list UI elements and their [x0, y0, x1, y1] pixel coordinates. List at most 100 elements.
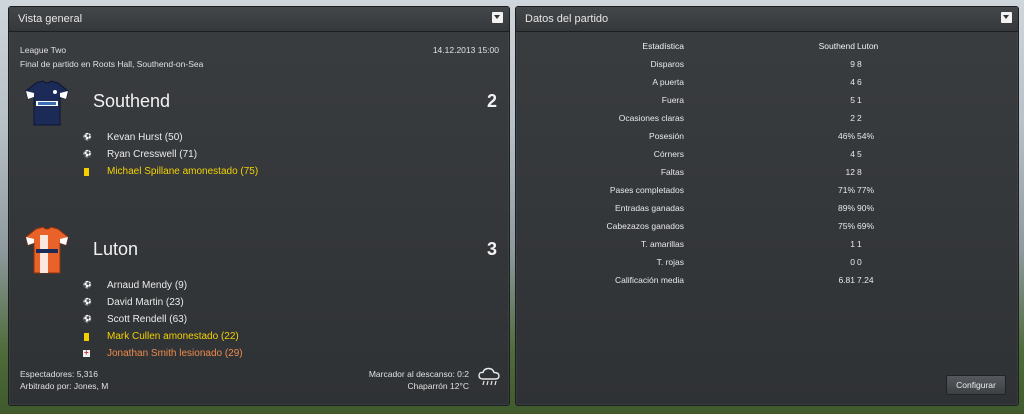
- stats-row: Fuera 5 1: [516, 92, 1018, 110]
- home-stat-value: 6.81: [838, 275, 855, 285]
- away-event-1: Arnaud Mendy (9): [83, 279, 463, 295]
- away-stat-value: 8: [857, 59, 862, 69]
- stats-row: Disparos 9 8: [516, 56, 1018, 74]
- stats-row: Posesión 46% 54%: [516, 128, 1018, 146]
- ball-icon: [83, 150, 92, 160]
- away-event-4: Mark Cullen amonestado (22): [83, 330, 463, 346]
- stats-row: Calificación media 6.81 7.24: [516, 272, 1018, 290]
- away-stat-value: 0: [857, 257, 862, 267]
- home-event-2: Ryan Cresswell (71): [83, 148, 463, 164]
- home-team-name[interactable]: Southend: [93, 91, 170, 112]
- away-stat-value: 1: [857, 95, 862, 105]
- away-stat-value: 2: [857, 113, 862, 123]
- overview-dropdown-icon[interactable]: [492, 12, 503, 23]
- stats-header: Datos del partido: [516, 7, 1018, 32]
- stats-row: Ocasiones claras 2 2: [516, 110, 1018, 128]
- home-stat-value: 75%: [837, 221, 855, 231]
- away-stat-value: 77%: [857, 185, 875, 195]
- configure-button[interactable]: Configurar: [946, 375, 1006, 395]
- home-stat-value: 71%: [837, 185, 855, 195]
- away-stat-value: 6: [857, 77, 862, 87]
- home-kit-icon: [25, 80, 69, 126]
- event-text[interactable]: David Martin (23): [107, 297, 184, 308]
- event-text[interactable]: Michael Spillane amonestado (75): [107, 166, 258, 177]
- away-stat-value: 8: [857, 167, 862, 177]
- stat-label: T. rojas: [656, 257, 684, 267]
- away-stat-value: 90%: [857, 203, 875, 213]
- home-event-3: Michael Spillane amonestado (75): [83, 165, 463, 181]
- stat-label: Pases completados: [609, 185, 684, 195]
- stats-row: Pases completados 71% 77%: [516, 182, 1018, 200]
- injury-icon: [83, 348, 90, 357]
- event-text[interactable]: Kevan Hurst (50): [107, 132, 183, 143]
- ball-icon: [83, 315, 92, 325]
- competition-label: League Two: [20, 45, 67, 55]
- event-text[interactable]: Ryan Cresswell (71): [107, 149, 197, 160]
- home-stat-value: 12: [845, 167, 855, 177]
- away-event-5: Jonathan Smith lesionado (29): [83, 347, 463, 363]
- away-column-header: Luton: [857, 41, 879, 51]
- stats-row: Entradas ganadas 89% 90%: [516, 200, 1018, 218]
- home-event-1: Kevan Hurst (50): [83, 131, 463, 147]
- stats-row: T. rojas 0 0: [516, 254, 1018, 272]
- event-text[interactable]: Mark Cullen amonestado (22): [107, 331, 239, 342]
- away-stat-value: 7.24: [857, 275, 874, 285]
- overview-header: Vista general: [9, 7, 509, 32]
- home-stat-value: 4: [850, 77, 855, 87]
- ball-icon: [83, 133, 92, 143]
- yellow-card-icon: [84, 168, 89, 176]
- referee-label[interactable]: Arbitrado por: Jones, M: [20, 381, 108, 391]
- stats-row: Faltas 12 8: [516, 164, 1018, 182]
- stats-row: T. amarillas 1 1: [516, 236, 1018, 254]
- stat-label: Córners: [653, 149, 684, 159]
- stat-label: Posesión: [649, 131, 684, 141]
- stats-row: A puerta 4 6: [516, 74, 1018, 92]
- away-kit-icon: [25, 226, 69, 274]
- away-stat-value: 5: [857, 149, 862, 159]
- stat-label: Ocasiones claras: [618, 113, 684, 123]
- stats-table: Estadística Southend Luton Disparos 9 8 A p…: [516, 38, 1018, 290]
- home-stat-value: 4: [850, 149, 855, 159]
- event-text[interactable]: Jonathan Smith lesionado (29): [107, 348, 243, 359]
- halftime-score: Marcador al descanso: 0:2: [368, 369, 469, 379]
- stat-label: Fuera: [661, 95, 684, 105]
- away-team-score: 3: [486, 239, 497, 259]
- home-stat-value: 9: [850, 59, 855, 69]
- stat-label: Disparos: [650, 59, 684, 69]
- weather-label: Chaparrón 12°C: [407, 381, 469, 391]
- stat-column-header: Estadística: [642, 41, 684, 51]
- stats-dropdown-icon[interactable]: [1001, 12, 1012, 23]
- spectators-label: Espectadores: 5,316: [20, 369, 98, 379]
- home-stat-value: 89%: [837, 203, 855, 213]
- yellow-card-icon: [84, 333, 89, 341]
- overview-panel: Vista general League Two 14.12.2013 15:0…: [8, 6, 510, 406]
- overview-title: Vista general: [18, 13, 83, 25]
- home-stat-value: 46%: [837, 131, 855, 141]
- match-datetime: 14.12.2013 15:00: [432, 45, 499, 55]
- home-stat-value: 5: [850, 95, 855, 105]
- ball-icon: [83, 281, 92, 291]
- stats-row: Córners 4 5: [516, 146, 1018, 164]
- stat-label: Calificación media: [615, 275, 684, 285]
- away-event-3: Scott Rendell (63): [83, 313, 463, 329]
- event-text[interactable]: Arnaud Mendy (9): [107, 280, 187, 291]
- match-result-line: Final de partido en Roots Hall, Southend…: [20, 59, 204, 69]
- stats-header-row: Estadística Southend Luton: [516, 38, 1018, 56]
- stat-label: Faltas: [660, 167, 684, 177]
- home-stat-value: 1: [850, 239, 855, 249]
- away-stat-value: 69%: [857, 221, 875, 231]
- away-stat-value: 54%: [857, 131, 875, 141]
- home-team-score: 2: [486, 91, 497, 111]
- home-stat-value: 0: [850, 257, 855, 267]
- away-team-name[interactable]: Luton: [93, 239, 138, 260]
- home-column-header: Southend: [818, 41, 855, 51]
- stats-row: Cabezazos ganados 75% 69%: [516, 218, 1018, 236]
- stat-label: Entradas ganadas: [615, 203, 684, 213]
- home-stat-value: 2: [850, 113, 855, 123]
- away-event-2: David Martin (23): [83, 296, 463, 312]
- stats-panel: Datos del partido Estadística Southend L…: [515, 6, 1019, 406]
- event-text[interactable]: Scott Rendell (63): [107, 314, 187, 325]
- away-stat-value: 1: [857, 239, 862, 249]
- stat-label: T. amarillas: [641, 239, 684, 249]
- stats-title: Datos del partido: [525, 13, 609, 25]
